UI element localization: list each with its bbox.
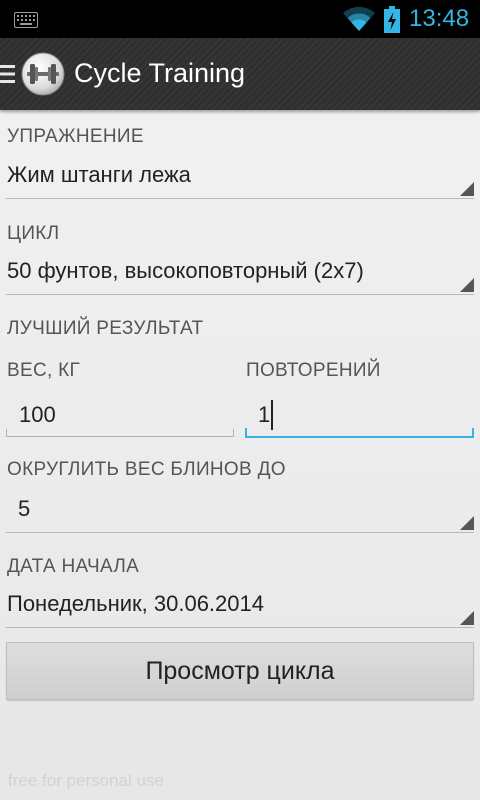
- status-bar: 13:48: [0, 0, 480, 38]
- start-date-value: Понедельник, 30.06.2014: [7, 591, 264, 616]
- exercise-label: УПРАЖНЕНИЕ: [7, 126, 144, 147]
- text-caret: [271, 400, 273, 430]
- watermark: free for personal use: [8, 771, 164, 790]
- reps-label: ПОВТОРЕНИЙ: [246, 360, 381, 381]
- action-bar: Cycle Training: [0, 38, 480, 110]
- app-title: Cycle Training: [74, 58, 246, 88]
- reps-field[interactable]: [245, 396, 474, 434]
- plate-rounding-label: ОКРУГЛИТЬ ВЕС БЛИНОВ ДО: [7, 459, 286, 480]
- app-logo-icon[interactable]: [21, 52, 65, 96]
- reps-field-container: [245, 396, 474, 438]
- cycle-spinner[interactable]: 50 фунтов, высокоповторный (2x7): [6, 254, 474, 295]
- spinner-arrow-icon: [460, 516, 474, 530]
- cycle-label: ЦИКЛ: [7, 223, 60, 244]
- start-date-spinner[interactable]: Понедельник, 30.06.2014: [6, 587, 474, 628]
- weight-label: ВЕС, КГ: [7, 360, 81, 381]
- spinner-arrow-icon: [460, 611, 474, 625]
- start-date-label: ДАТА НАЧАЛА: [7, 556, 140, 577]
- battery-charging-icon: [384, 6, 400, 33]
- plate-rounding-value: 5: [18, 496, 31, 521]
- cycle-value: 50 фунтов, высокоповторный (2x7): [7, 258, 364, 283]
- best-result-label: ЛУЧШИЙ РЕЗУЛЬТАТ: [7, 318, 204, 339]
- weight-field[interactable]: [6, 396, 234, 434]
- spinner-arrow-icon: [460, 182, 474, 196]
- wifi-icon: [343, 6, 375, 31]
- spinner-arrow-icon: [460, 278, 474, 292]
- view-cycle-button[interactable]: Просмотр цикла: [6, 642, 474, 700]
- exercise-value: Жим штанги лежа: [7, 162, 191, 187]
- plate-rounding-spinner[interactable]: 5: [6, 492, 474, 533]
- status-clock: 13:48: [409, 5, 470, 32]
- menu-icon[interactable]: [0, 64, 16, 84]
- exercise-spinner[interactable]: Жим штанги лежа: [6, 158, 474, 199]
- weight-field-container: [6, 396, 234, 437]
- keyboard-icon: [14, 12, 38, 28]
